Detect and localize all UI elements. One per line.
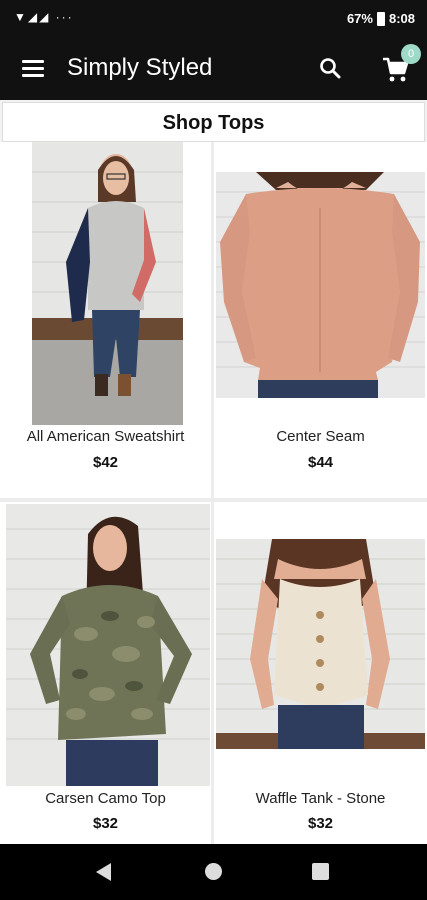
product-price: $44	[307, 454, 334, 471]
product-price: $32	[92, 815, 119, 832]
search-icon[interactable]	[318, 56, 342, 80]
clock: 8:08	[388, 11, 415, 26]
back-icon[interactable]	[96, 863, 111, 881]
product-image[interactable]	[6, 504, 210, 786]
product-image[interactable]	[32, 142, 183, 425]
cart-count-badge: 0	[401, 44, 421, 64]
product-name[interactable]: Carsen Camo Top	[0, 790, 211, 807]
recents-icon[interactable]	[312, 863, 329, 880]
app-bar: Simply Styled 0	[0, 38, 427, 100]
home-icon[interactable]	[205, 863, 222, 880]
battery-percent: 67%	[346, 11, 373, 26]
product-card-all-american-sweatshirt[interactable]: All American Sweatshirt $42	[0, 142, 211, 498]
menu-icon[interactable]	[22, 60, 44, 78]
app-title: Simply Styled	[67, 54, 213, 81]
product-image[interactable]	[216, 172, 425, 398]
battery-icon	[376, 11, 385, 26]
product-image[interactable]	[216, 539, 425, 749]
product-card-center-seam[interactable]: Center Seam $44	[214, 142, 427, 498]
status-right: 67% 8:08	[347, 11, 415, 26]
page-title: Shop Tops	[2, 102, 425, 142]
status-bar: ▼◢◢ ··· 67% 8:08	[0, 0, 427, 38]
product-price: $32	[307, 815, 334, 832]
system-nav-bar	[0, 844, 427, 900]
status-icons: ▼◢◢ ···	[14, 10, 74, 24]
product-card-waffle-tank-stone[interactable]: Waffle Tank - Stone $32	[214, 502, 427, 844]
product-grid: All American Sweatshirt $42 Center Seam …	[0, 142, 427, 844]
product-price: $42	[92, 454, 119, 471]
product-name[interactable]: All American Sweatshirt	[0, 428, 211, 445]
product-name[interactable]: Waffle Tank - Stone	[214, 790, 427, 807]
product-name[interactable]: Center Seam	[214, 428, 427, 445]
product-card-carsen-camo-top[interactable]: Carsen Camo Top $32	[0, 502, 211, 844]
